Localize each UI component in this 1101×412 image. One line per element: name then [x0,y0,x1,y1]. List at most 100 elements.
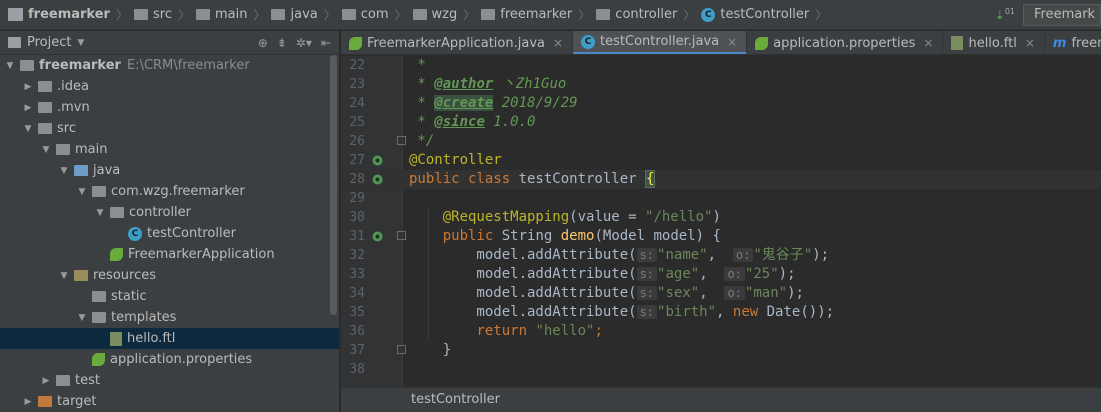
close-icon[interactable]: × [923,36,933,50]
expanded-arrow-icon[interactable]: ▼ [58,271,70,281]
code-token: "sex" [657,285,700,301]
fold-marker-icon[interactable] [397,136,406,145]
breadcrumb-separator-icon: 〉 [578,8,591,22]
tree-item[interactable]: ▼ freemarker E:\CRM\freemarker [0,55,339,76]
tree-item[interactable]: ▼ com.wzg.freemarker [0,181,339,202]
tree-item[interactable]: ▶ .mvn [0,97,339,118]
close-icon[interactable]: × [553,36,563,50]
locate-file-icon[interactable]: ⊕ [258,36,268,50]
code-token: "birth" [657,304,717,320]
editor-tab[interactable]: CtestController.java × [573,31,748,54]
editor-tab[interactable]: FreemarkerApplication.java × [341,31,574,54]
code-line[interactable]: 24 * @create 2018/9/29 [341,94,1101,113]
collapsed-arrow-icon[interactable]: ▶ [22,82,34,92]
spring-bean-gutter-icon[interactable] [371,230,384,243]
breadcrumb-item[interactable]: wzg [412,7,457,22]
tree-item[interactable]: ▶ test [0,370,339,391]
breadcrumb-label: com [360,7,389,22]
folder-icon [271,9,286,20]
code-line[interactable]: 26 */ [341,132,1101,151]
code-line[interactable]: 23 * @author 丶Zh1Guo [341,75,1101,94]
breadcrumb-item[interactable]: freemarker [481,7,572,22]
tree-item[interactable]: ▼ java [0,160,339,181]
fold-marker-icon[interactable] [397,231,406,240]
code-line[interactable]: 37 } [341,341,1101,360]
code-line[interactable]: 36 return "hello"; [341,322,1101,341]
code-token: * [409,57,426,73]
line-number: 27 [349,153,365,168]
editor-breadcrumb-footer[interactable]: testController [341,387,1101,412]
tree-item[interactable]: ▼ controller [0,202,339,223]
code-line[interactable]: 29 [341,189,1101,208]
tree-item[interactable]: CtestController [0,223,339,244]
chevron-down-icon[interactable]: ▼ [77,38,84,48]
code-editor[interactable]: 22 * 23 * @author 丶Zh1Guo 24 * @create 201… [341,56,1101,387]
tree-item[interactable]: hello.ftl [0,328,339,349]
breadcrumb-item[interactable]: com [341,7,389,22]
code-line[interactable]: 22 * [341,56,1101,75]
project-tree-scrollbar[interactable] [330,55,337,315]
code-line[interactable]: 27 @Controller [341,151,1101,170]
code-line[interactable]: 28 public class testController { [341,170,1101,189]
tree-item[interactable]: ▼ src [0,118,339,139]
expanded-arrow-icon[interactable]: ▼ [22,124,34,134]
sort-icon[interactable]: ⇣01 [995,7,1015,22]
maven-icon: m [1052,35,1067,51]
tree-item[interactable]: ▼ templates [0,307,339,328]
breadcrumb-item[interactable]: src [133,7,172,22]
code-line[interactable]: 30 @RequestMapping(value = "/hello") [341,208,1101,227]
collapsed-arrow-icon[interactable]: ▶ [40,376,52,386]
editor-tab-label: application.properties [773,35,916,51]
editor-tab[interactable]: hello.ftl × [943,31,1045,54]
line-number: 28 [349,172,365,187]
tree-item[interactable]: ▶ target [0,391,339,412]
project-panel-header: Project ▼ ⊕ ⇟ ✲▾ ⇤ [0,31,339,55]
ftl-file-icon [110,331,122,346]
tree-item-label: test [75,373,100,388]
expanded-arrow-icon[interactable]: ▼ [94,208,106,218]
tree-item-path: E:\CRM\freemarker [126,58,250,73]
tree-item[interactable]: ▼ main [0,139,339,160]
hide-panel-icon[interactable]: ⇤ [321,36,331,50]
code-line[interactable]: 34 model.addAttribute(s: "sex", o: "man"); [341,284,1101,303]
tree-item[interactable]: FreemarkerApplication [0,244,339,265]
breadcrumb-item[interactable]: java [271,7,318,22]
close-icon[interactable]: × [1025,36,1035,50]
run-configuration-selector[interactable]: Freemark [1023,3,1101,26]
code-line[interactable]: 25 * @since 1.0.0 [341,113,1101,132]
breadcrumb-item[interactable]: controller [596,7,677,22]
editor-horizontal-scrollbar[interactable] [403,377,1101,387]
collapse-all-icon[interactable]: ⇟ [277,36,287,50]
spring-bean-gutter-icon[interactable] [371,154,384,167]
spring-bean-gutter-icon[interactable] [371,173,384,186]
expanded-arrow-icon[interactable]: ▼ [40,145,52,155]
code-line[interactable]: 31 public String demo(Model model) { [341,227,1101,246]
tree-item[interactable]: static [0,286,339,307]
line-number: 35 [349,305,365,320]
breadcrumb-item[interactable]: CtestController [701,7,809,22]
fold-marker-icon[interactable] [397,345,406,354]
expanded-arrow-icon[interactable]: ▼ [76,187,88,197]
settings-gear-icon[interactable]: ✲▾ [296,36,312,50]
expanded-arrow-icon[interactable]: ▼ [76,313,88,323]
code-text: } [409,341,451,360]
collapsed-arrow-icon[interactable]: ▶ [22,397,34,407]
folder-icon [92,186,106,197]
code-line[interactable]: 32 model.addAttribute(s: "name", o: "鬼谷子")… [341,246,1101,265]
tree-item[interactable]: ▼ resources [0,265,339,286]
project-panel-title[interactable]: Project [27,35,71,50]
code-line[interactable]: 33 model.addAttribute(s: "age", o: "25"); [341,265,1101,284]
expanded-arrow-icon[interactable]: ▼ [4,61,16,71]
code-text: public String demo(Model model) { [409,227,721,246]
expanded-arrow-icon[interactable]: ▼ [58,166,70,176]
tree-item[interactable]: application.properties [0,349,339,370]
tree-item[interactable]: ▶ .idea [0,76,339,97]
close-icon[interactable]: × [727,35,737,49]
code-line[interactable]: 35 model.addAttribute(s: "birth", new Dat… [341,303,1101,322]
breadcrumb-item[interactable]: main [195,7,247,22]
breadcrumb-label: testController [720,7,810,22]
collapsed-arrow-icon[interactable]: ▶ [22,103,34,113]
editor-tab[interactable]: mfreemarker× [1045,31,1101,54]
editor-tab[interactable]: application.properties × [747,31,944,54]
breadcrumb-item[interactable]: freemarker [8,7,110,22]
